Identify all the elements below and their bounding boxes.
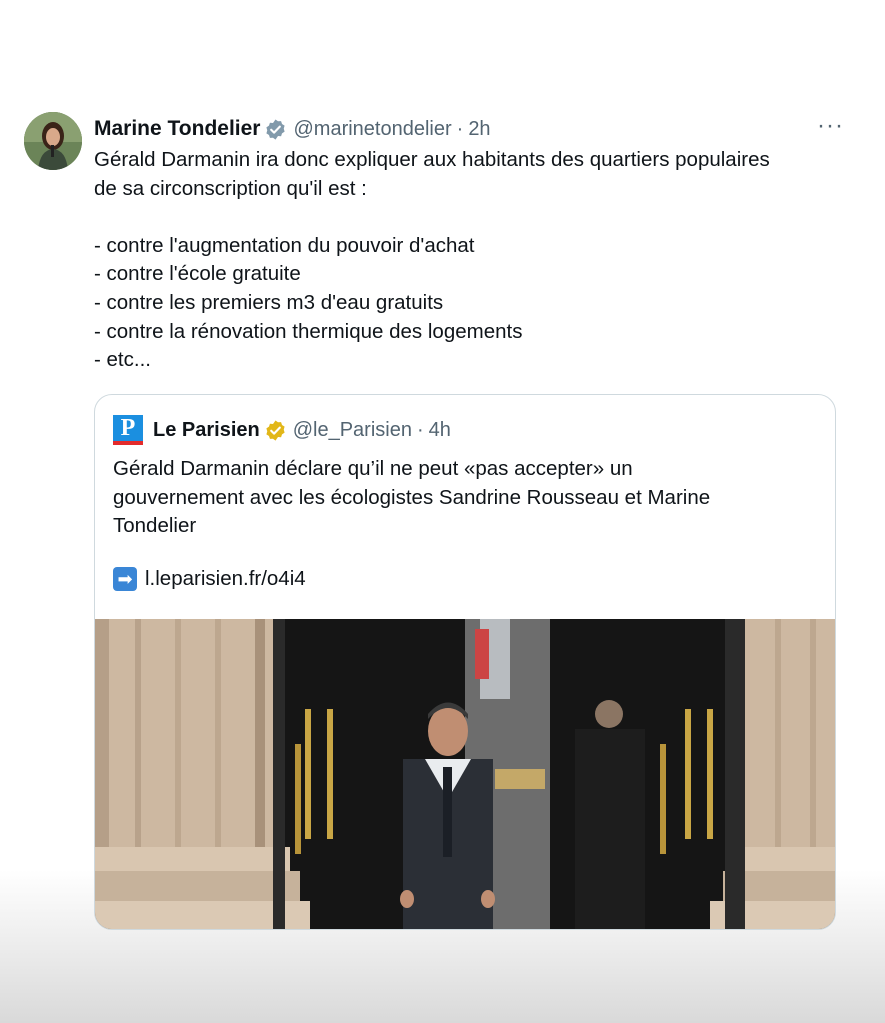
quote-author-handle[interactable]: @le_Parisien bbox=[293, 419, 412, 442]
separator-dot: · bbox=[456, 117, 464, 140]
quote-separator-dot: · bbox=[416, 418, 424, 441]
author-name[interactable]: Marine Tondelier bbox=[94, 117, 260, 141]
author-avatar[interactable] bbox=[24, 112, 82, 170]
tweet-text: Gérald Darmanin ira donc expliquer aux h… bbox=[94, 148, 770, 372]
gold-verified-badge-icon bbox=[266, 419, 285, 441]
more-options-icon[interactable]: ··· bbox=[817, 114, 844, 138]
tweet-time[interactable]: 2h bbox=[468, 118, 490, 141]
quote-text: Gérald Darmanin déclare qu’il ne peut «p… bbox=[113, 457, 711, 538]
quote-link-text[interactable]: l.leparisien.fr/o4i4 bbox=[145, 567, 306, 591]
quote-time[interactable]: 4h bbox=[429, 419, 451, 442]
quote-author-name[interactable]: Le Parisien bbox=[153, 419, 260, 442]
right-arrow-icon: ➡ bbox=[113, 567, 137, 591]
author-handle[interactable]: @marinetondelier bbox=[293, 118, 451, 141]
quote-photo[interactable] bbox=[95, 619, 835, 929]
verified-badge-icon bbox=[266, 118, 286, 140]
le-parisien-logo: P bbox=[113, 415, 143, 445]
quote-link[interactable]: ➡ l.leparisien.fr/o4i4 bbox=[113, 567, 306, 591]
quoted-tweet[interactable]: P Le Parisien @le_Parisien · 4h Gérald D… bbox=[94, 394, 836, 930]
